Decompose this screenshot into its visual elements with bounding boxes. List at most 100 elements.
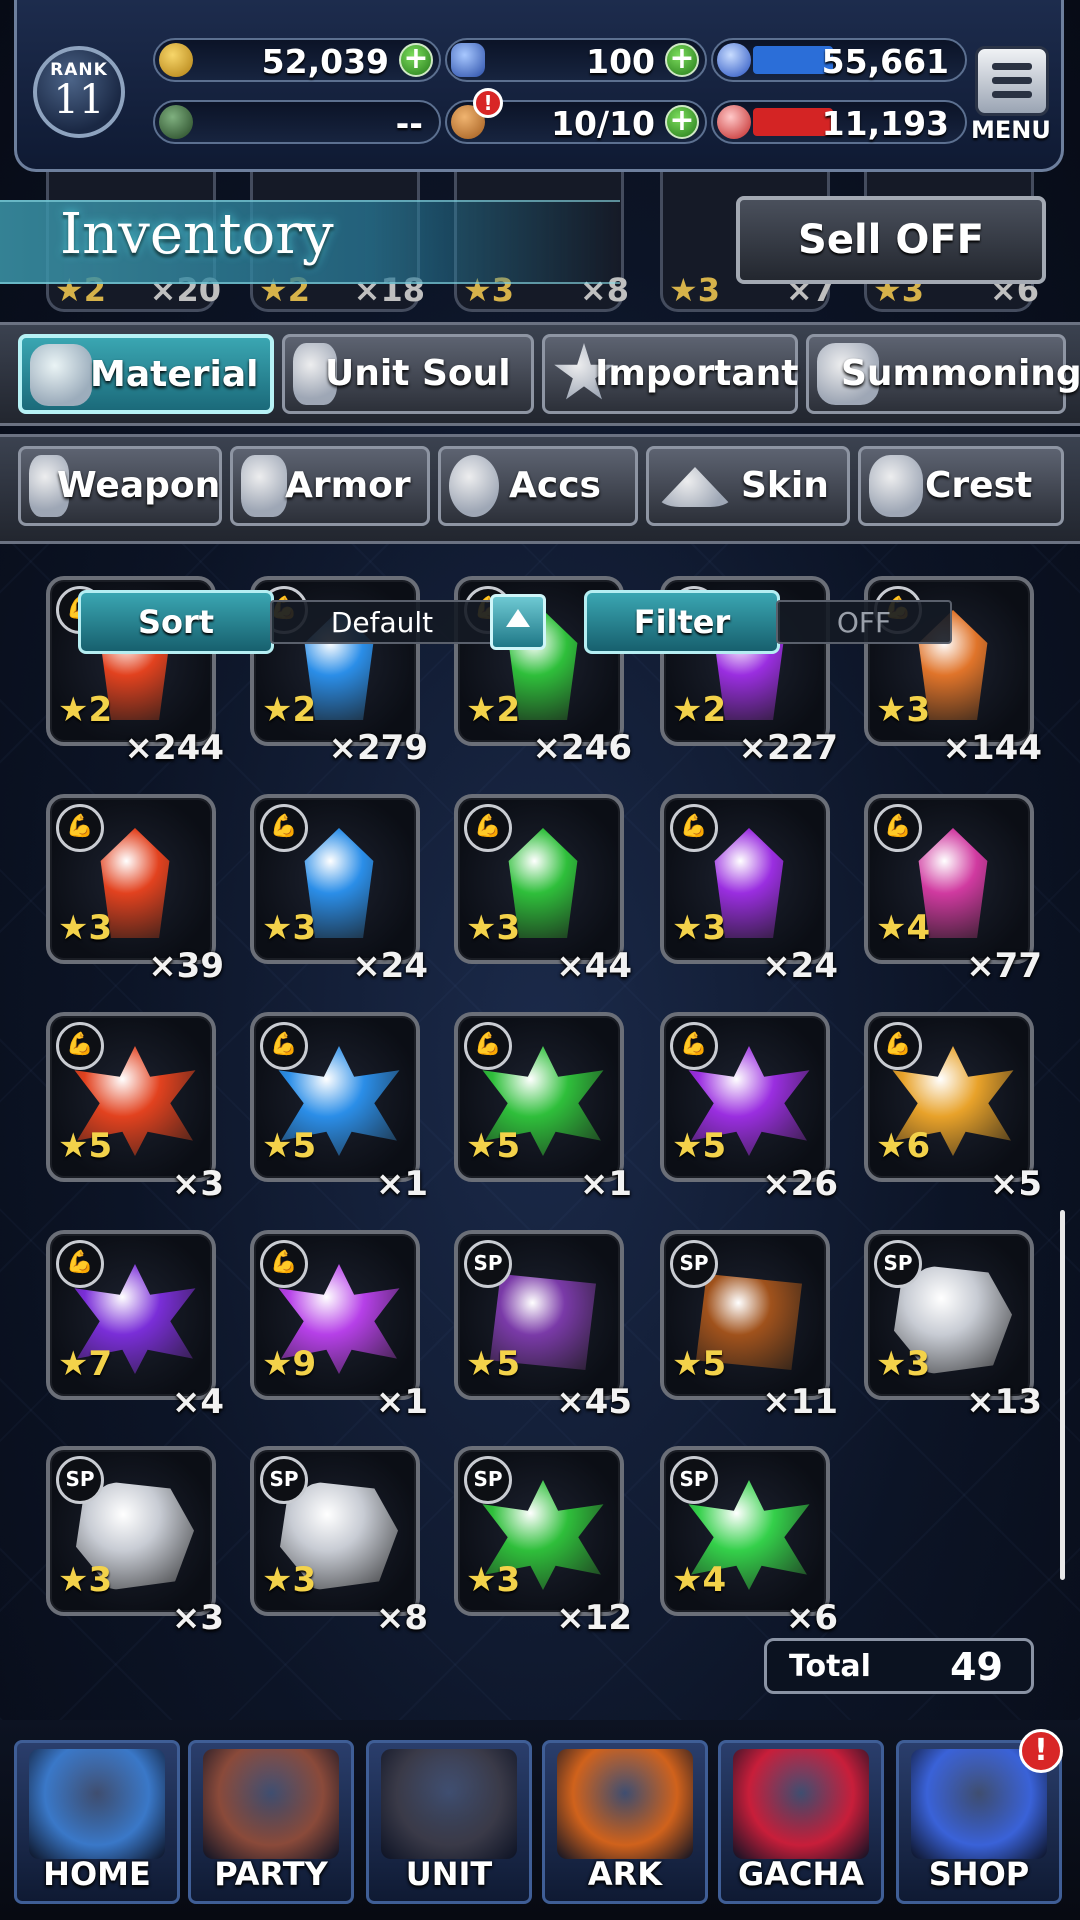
item-cell[interactable]: 💪 ★5 ×1 — [454, 1012, 632, 1204]
item-quantity: ×5 — [989, 1164, 1042, 1204]
nav-shop-button[interactable]: SHOP! — [896, 1729, 1063, 1904]
strength-badge-icon: 💪 — [56, 1240, 104, 1288]
tab-skin[interactable]: Skin — [646, 446, 850, 526]
rarity-stars: ★3 — [262, 908, 317, 948]
item-cell[interactable]: SP ★5 ×45 — [454, 1230, 632, 1422]
tab-unit-soul[interactable]: Unit Soul — [282, 334, 534, 414]
item-cell[interactable]: 💪 ★5 ×1 — [250, 1012, 428, 1204]
item-cell[interactable]: SP ★3 ×13 — [864, 1230, 1042, 1422]
gem-pill[interactable]: 100 + — [445, 38, 707, 82]
item-cell[interactable]: 💪 ★9 ×1 — [250, 1230, 428, 1422]
blue-resource-value: 55,661 — [821, 42, 949, 81]
rarity-value: 4 — [906, 908, 931, 948]
rarity-stars: ★4 — [672, 1560, 727, 1600]
item-cell[interactable]: SP ★3 ×12 — [454, 1446, 632, 1638]
rarity-value: 5 — [292, 1126, 317, 1166]
tab-crest[interactable]: Crest — [858, 446, 1064, 526]
stamina-pill[interactable]: ! 10/10 + — [445, 88, 707, 144]
item-cell[interactable]: SP ★4 ×6 — [660, 1446, 838, 1638]
rarity-value: 7 — [88, 1344, 113, 1384]
item-quantity: ×13 — [966, 1382, 1042, 1422]
tab-important[interactable]: Important — [542, 334, 799, 414]
strength-badge-icon: 💪 — [56, 1022, 104, 1070]
filter-value[interactable]: OFF — [776, 600, 952, 644]
sort-button[interactable]: Sort — [78, 590, 274, 654]
add-gold-button[interactable]: + — [399, 43, 433, 77]
tab-summoning[interactable]: Summoning — [806, 334, 1080, 414]
item-cell[interactable]: 💪 ★5 ×26 — [660, 1012, 838, 1204]
nav-ark-button[interactable]: ARK — [542, 1740, 708, 1904]
rarity-value: 9 — [292, 1344, 317, 1384]
rarity-stars: ★5 — [672, 1126, 727, 1166]
nav-party-button[interactable]: PARTY — [188, 1740, 354, 1904]
tab-armor[interactable]: Armor — [230, 446, 430, 526]
rarity-stars: ★3 — [262, 1560, 317, 1600]
page-title: Inventory — [60, 202, 334, 267]
add-gem-button[interactable]: + — [665, 43, 699, 77]
strength-badge-icon: 💪 — [670, 804, 718, 852]
rarity-stars: ★3 — [58, 908, 113, 948]
sp-badge-icon: SP — [464, 1240, 512, 1288]
sword-badge-icon — [159, 105, 193, 139]
add-stamina-button[interactable]: + — [665, 105, 699, 139]
gold-pill[interactable]: 52,039 + — [153, 38, 441, 82]
item-cell[interactable]: 💪 ★7 ×4 — [46, 1230, 224, 1422]
menu-label: MENU — [971, 116, 1051, 144]
tab-accs[interactable]: Accs — [438, 446, 638, 526]
menu-button[interactable] — [975, 46, 1049, 116]
scrollbar[interactable] — [1060, 1210, 1065, 1580]
sack-icon — [30, 344, 92, 406]
filter-button[interactable]: Filter — [584, 590, 780, 654]
rank-badge[interactable]: RANK 11 — [33, 46, 125, 138]
sort-direction-button[interactable] — [490, 594, 546, 650]
stamina-value: 10/10 — [551, 104, 655, 143]
item-cell[interactable]: 💪 ★3 ×39 — [46, 794, 224, 986]
nav-gacha-button[interactable]: GACHA — [718, 1740, 884, 1904]
item-cell[interactable]: 💪 ★3 ×24 — [660, 794, 838, 986]
sp-badge-icon: SP — [874, 1240, 922, 1288]
home-icon — [29, 1749, 165, 1859]
rarity-value: 3 — [906, 690, 931, 730]
equipment-slot-pill[interactable]: -- — [153, 100, 441, 144]
nav-label: UNIT — [405, 1855, 493, 1893]
item-quantity: ×24 — [762, 946, 838, 986]
item-cell[interactable]: SP ★3 ×3 — [46, 1446, 224, 1638]
rarity-stars: ★3 — [876, 1344, 931, 1384]
item-cell[interactable]: 💪 ★6 ×5 — [864, 1012, 1042, 1204]
rarity-stars: ★6 — [876, 1126, 931, 1166]
item-cell[interactable]: SP ★3 ×8 — [250, 1446, 428, 1638]
item-cell[interactable]: 💪 ★4 ×77 — [864, 794, 1042, 986]
item-quantity: ×1 — [579, 1164, 632, 1204]
rarity-value: 2 — [702, 690, 727, 730]
item-quantity: ×77 — [966, 946, 1042, 986]
item-quantity: ×244 — [124, 728, 224, 768]
tab-label: Armor — [285, 465, 411, 506]
item-cell[interactable]: 💪 ★5 ×3 — [46, 1012, 224, 1204]
armor-icon — [241, 455, 287, 517]
tab-material[interactable]: Material — [18, 334, 274, 414]
sort-value[interactable]: Default — [270, 600, 494, 644]
rarity-stars: ★7 — [58, 1344, 113, 1384]
gold-coin-icon — [159, 43, 193, 77]
sell-toggle-button[interactable]: Sell OFF — [736, 196, 1046, 284]
nav-home-button[interactable]: HOME — [14, 1740, 180, 1904]
party-icon — [203, 1749, 339, 1859]
rarity-stars: ★9 — [262, 1344, 317, 1384]
rarity-stars: ★5 — [672, 1344, 727, 1384]
item-quantity: ×6 — [785, 1598, 838, 1638]
tab-label: Weapon — [57, 465, 221, 506]
item-cell[interactable]: SP ★5 ×11 — [660, 1230, 838, 1422]
tab-label: Crest — [925, 465, 1033, 506]
rarity-value: 3 — [906, 1344, 931, 1384]
gold-value: 52,039 — [261, 42, 389, 81]
item-cell[interactable]: 💪 ★3 ×44 — [454, 794, 632, 986]
rarity-stars: ★5 — [262, 1126, 317, 1166]
strength-badge-icon: 💪 — [56, 804, 104, 852]
tab-weapon[interactable]: Weapon — [18, 446, 222, 526]
nav-unit-button[interactable]: UNIT — [366, 1740, 532, 1904]
red-resource-pill: 11,193 — [711, 100, 967, 144]
rarity-value: 2 — [88, 690, 113, 730]
item-quantity: ×279 — [328, 728, 428, 768]
item-cell[interactable]: 💪 ★3 ×24 — [250, 794, 428, 986]
status-bar: RANK 11 52,039 + 100 + 55,661 -- ! 10/10… — [14, 0, 1064, 172]
